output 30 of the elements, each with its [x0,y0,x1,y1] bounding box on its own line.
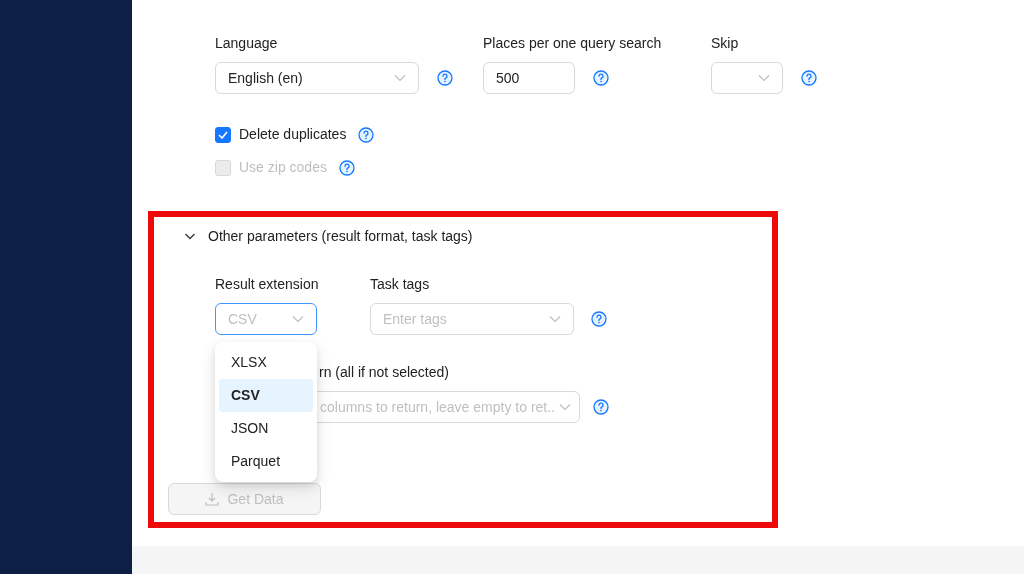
input-field[interactable]: 500 [483,62,575,94]
caret-icon [549,315,561,323]
help-icon[interactable] [591,311,607,327]
caret-icon [758,74,770,82]
checkbox-label: Use zip codes [239,158,327,177]
field-label: Task tags [370,275,431,294]
checkbox-label: Delete duplicates [239,125,347,144]
download-icon [205,492,220,506]
dropdown-option[interactable]: XLSX [219,346,313,379]
check-icon [218,130,228,139]
caret-icon [559,403,571,411]
field-label: Skip [711,34,740,53]
help-icon[interactable] [801,70,817,86]
help-icon[interactable] [593,70,609,86]
field-label: Language [215,34,279,53]
checkbox[interactable] [215,126,231,143]
help-icon[interactable] [593,399,609,415]
section-title[interactable]: Other parameters (result format, task tags) [208,225,473,247]
select-field[interactable] [711,62,783,94]
caret-icon [394,74,406,82]
field-label: Result extension [215,275,320,294]
caret-icon [292,315,304,323]
select-field[interactable]: English (en) [215,62,419,94]
dropdown-option[interactable]: Parquet [219,445,313,478]
field-label: Places per one query search [483,34,663,53]
dropdown-option[interactable]: CSV [219,379,313,412]
help-icon[interactable] [338,159,355,176]
field-label: rn (all if not selected) [319,362,449,382]
help-icon[interactable] [437,70,453,86]
help-icon[interactable] [358,126,375,143]
